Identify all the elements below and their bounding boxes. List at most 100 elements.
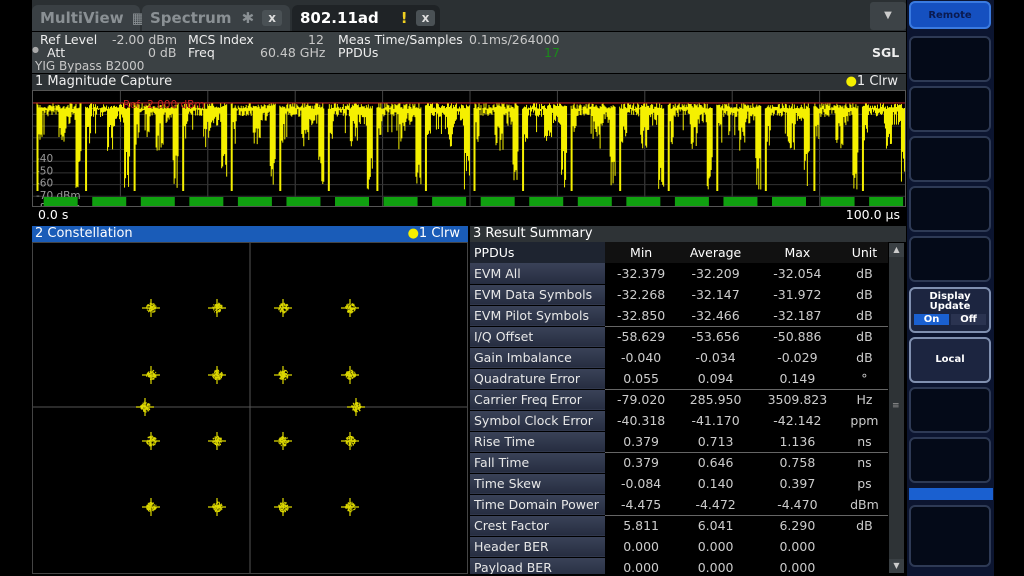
table-row[interactable]: Header BER 0.000 0.000 0.000 <box>470 536 888 558</box>
cell-value: -32.379 <box>617 266 666 281</box>
result-summary-title: 3 Result Summary <box>470 226 906 242</box>
column-header: Average <box>677 242 754 263</box>
table-row[interactable]: Symbol Clock Error -40.318 -41.170 -42.142 p… <box>470 410 888 432</box>
table-row[interactable]: I/Q Offset -58.629 -53.656 -50.886 dB <box>470 325 888 348</box>
row-label: Gain Imbalance <box>470 347 605 369</box>
local-button[interactable]: Local <box>909 337 991 383</box>
constellation-point <box>208 432 226 450</box>
row-label: Header BER <box>470 536 605 558</box>
cell-value: -32.147 <box>691 287 740 302</box>
tab-802-11ad[interactable]: 802.11ad! x <box>292 5 440 31</box>
cell-value: 0.379 <box>623 433 660 449</box>
tab-spectrum[interactable]: Spectrum ✱ x <box>142 5 290 31</box>
softkey-1[interactable] <box>909 36 991 82</box>
trace-label: ●1 Clrw <box>407 226 460 241</box>
cell-value: ns <box>857 433 872 449</box>
tab-label: 802.11ad <box>300 9 379 27</box>
x-start-label: 0.0 s <box>38 207 69 222</box>
softkey-4[interactable] <box>909 186 991 232</box>
softkey-panel: Remote Display Update On Off Local <box>907 0 994 576</box>
softkey-5[interactable] <box>909 236 991 282</box>
softkey-6[interactable] <box>909 387 991 433</box>
table-row[interactable]: EVM Data Symbols -32.268 -32.147 -31.972 dB <box>470 284 888 306</box>
tab-label: MultiView <box>40 9 124 27</box>
cell-value: -42.142 <box>773 413 822 428</box>
window-title: 2 Constellation <box>35 226 133 241</box>
on-option[interactable]: On <box>914 314 949 325</box>
row-label: EVM Pilot Symbols <box>470 305 605 327</box>
column-header: Min <box>605 242 678 263</box>
table-row[interactable]: EVM Pilot Symbols -32.850 -32.466 -32.187 dB <box>470 305 888 327</box>
y-tick-label: -60 <box>36 178 53 190</box>
scrollbar[interactable]: ▲ ≡ ▼ <box>889 243 904 573</box>
close-icon[interactable]: x <box>415 10 436 26</box>
cell-value: -40.318 <box>617 413 666 428</box>
burst-marker <box>772 197 807 206</box>
cell-value: 3509.823 <box>753 388 841 410</box>
row-label: Payload BER <box>470 557 605 574</box>
constellation-point <box>142 498 160 516</box>
cell-value: -4.470 <box>777 496 818 512</box>
burst-marker <box>335 197 370 206</box>
cell-value: 0.397 <box>779 476 816 491</box>
softkey-3[interactable] <box>909 136 991 182</box>
softkey-2[interactable] <box>909 86 991 132</box>
cell-value: 0.758 <box>753 451 841 473</box>
warning-icon: ! <box>400 9 408 27</box>
tab-dropdown-button[interactable]: ▼ <box>870 2 906 30</box>
tab-multiview[interactable]: MultiView ▦ <box>32 5 146 31</box>
softkey-7[interactable] <box>909 437 991 483</box>
remote-button[interactable]: Remote <box>909 1 991 29</box>
constellation-diagram[interactable] <box>32 242 468 574</box>
table-row[interactable]: Time Skew -0.084 0.140 0.397 ps <box>470 473 888 495</box>
column-header: PPDUs <box>470 242 605 263</box>
table-row[interactable]: Time Domain Power -4.475 -4.472 -4.470 dBm <box>470 494 888 516</box>
column-header: Unit <box>840 242 888 263</box>
table-row[interactable]: Fall Time 0.379 0.646 0.758 ns <box>470 451 888 474</box>
table-row[interactable]: Carrier Freq Error -79.020 285.950 3509.823… <box>470 388 888 411</box>
x-end-label: 100.0 µs <box>845 207 900 222</box>
burst-marker <box>674 197 709 206</box>
display-update-label: Display Update <box>929 291 971 312</box>
table-row[interactable]: Gain Imbalance -0.040 -0.034 -0.029 dB <box>470 347 888 369</box>
cell-value: -32.850 <box>617 307 666 323</box>
burst-marker <box>626 197 661 206</box>
off-option[interactable]: Off <box>951 314 986 325</box>
constellation-title: 2 Constellation ●1 Clrw <box>32 226 468 242</box>
cell-value <box>841 536 888 557</box>
cell-value: dBm <box>850 496 879 512</box>
scroll-grip-icon[interactable]: ≡ <box>892 401 900 411</box>
softkey-8[interactable] <box>909 505 991 567</box>
constellation-point <box>208 498 226 516</box>
close-icon[interactable]: x <box>262 10 282 26</box>
burst-marker <box>383 197 418 206</box>
cell-value: -4.472 <box>695 496 736 512</box>
cell-value: 0.140 <box>697 476 734 491</box>
magnitude-capture-plot[interactable]: -40-50-60-70 dBm-80 dBmRef -2.000 dBm <box>32 90 906 207</box>
scroll-down-button[interactable]: ▼ <box>889 559 904 573</box>
constellation-point <box>142 299 160 317</box>
burst-marker <box>432 197 467 206</box>
cell-value: dB <box>856 307 873 323</box>
cell-value: -32.054 <box>773 266 822 281</box>
display-update-button[interactable]: Display Update On Off <box>909 287 991 333</box>
magnitude-x-axis: 0.0 s 100.0 µs <box>32 207 906 223</box>
constellation-point <box>274 432 292 450</box>
table-row[interactable]: Rise Time 0.379 0.713 1.136 ns <box>470 431 888 453</box>
cell-value: ns <box>840 451 888 473</box>
cell-value: 0.000 <box>779 539 816 554</box>
burst-marker <box>237 197 272 206</box>
cell-value: 285.950 <box>677 388 754 410</box>
tab-label: Spectrum <box>150 9 232 27</box>
constellation-point <box>274 366 292 384</box>
cell-value: 0.000 <box>697 539 734 554</box>
table-row[interactable]: EVM All -32.379 -32.209 -32.054 dB <box>470 263 888 285</box>
row-label: EVM Data Symbols <box>470 284 605 306</box>
row-label: Carrier Freq Error <box>470 388 605 411</box>
table-row[interactable]: Payload BER 0.000 0.000 0.000 <box>470 557 888 574</box>
table-row[interactable]: Quadrature Error 0.055 0.094 0.149 ° <box>470 368 888 390</box>
cell-value: -58.629 <box>605 325 678 347</box>
table-row[interactable]: Crest Factor 5.811 6.041 6.290 dB <box>470 514 888 537</box>
scroll-up-button[interactable]: ▲ <box>889 243 904 257</box>
constellation-point <box>347 398 365 416</box>
